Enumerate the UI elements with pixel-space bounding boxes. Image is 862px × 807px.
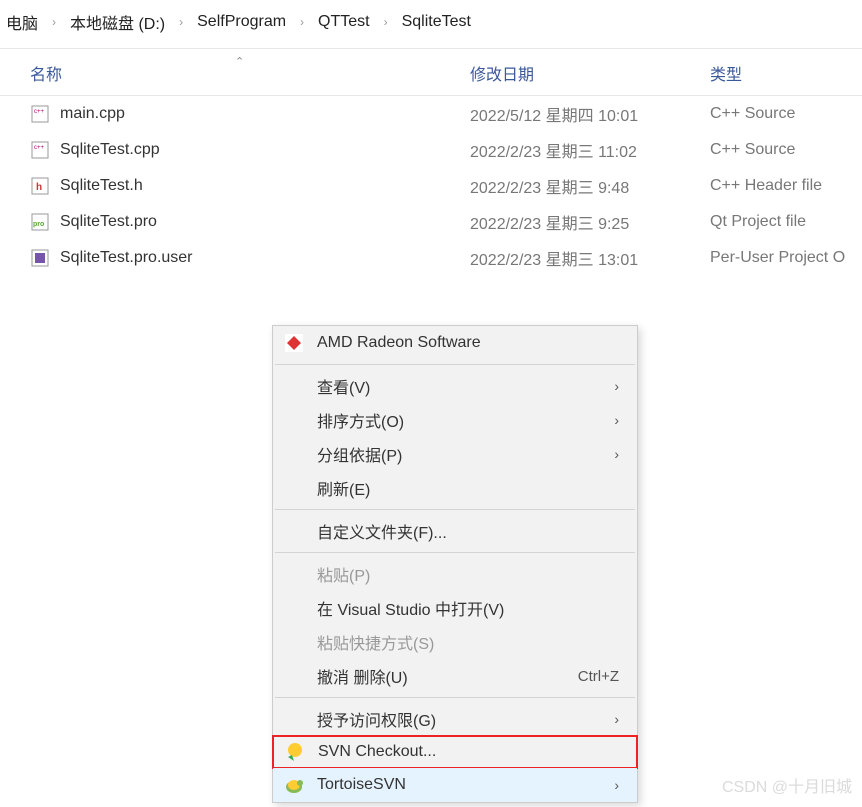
menu-label: 自定义文件夹(F)... bbox=[317, 519, 619, 543]
menu-item-customize[interactable]: 自定义文件夹(F)... bbox=[273, 514, 637, 548]
watermark: CSDN @十月旧城 bbox=[722, 773, 852, 797]
breadcrumb-item[interactable]: SqliteTest bbox=[396, 11, 477, 33]
menu-item-tortoisesvn[interactable]: TortoiseSVN › bbox=[273, 768, 637, 802]
column-header-type[interactable]: 类型 bbox=[710, 53, 862, 95]
menu-label: 在 Visual Studio 中打开(V) bbox=[317, 596, 619, 620]
chevron-right-icon: › bbox=[614, 711, 619, 727]
svg-text:h: h bbox=[36, 182, 42, 193]
file-name: SqliteTest.pro.user bbox=[60, 249, 470, 267]
svg-text:c++: c++ bbox=[34, 145, 45, 151]
menu-label: 分组依据(P) bbox=[317, 442, 614, 466]
file-type: C++ Source bbox=[710, 105, 862, 123]
file-list: ⌃ 名称 修改日期 类型 c++ main.cpp 2022/5/12 星期四 … bbox=[0, 49, 862, 276]
breadcrumb[interactable]: 电脑 › 本地磁盘 (D:) › SelfProgram › QTTest › … bbox=[0, 0, 862, 49]
breadcrumb-item[interactable]: SelfProgram bbox=[191, 11, 292, 33]
menu-item-open-vs[interactable]: 在 Visual Studio 中打开(V) bbox=[273, 591, 637, 625]
menu-shortcut: Ctrl+Z bbox=[578, 668, 619, 685]
amd-icon bbox=[283, 332, 305, 354]
menu-separator bbox=[275, 697, 635, 698]
file-name: SqliteTest.h bbox=[60, 177, 470, 195]
svn-checkout-icon bbox=[284, 741, 306, 763]
file-type: C++ Source bbox=[710, 141, 862, 159]
svg-text:c++: c++ bbox=[34, 109, 45, 115]
file-date: 2022/2/23 星期三 9:48 bbox=[470, 174, 710, 198]
file-date: 2022/2/23 星期三 13:01 bbox=[470, 246, 710, 270]
menu-item-view[interactable]: 查看(V) › bbox=[273, 369, 637, 403]
menu-item-sort[interactable]: 排序方式(O) › bbox=[273, 403, 637, 437]
user-file-icon bbox=[30, 248, 50, 268]
menu-label: SVN Checkout... bbox=[318, 743, 618, 761]
sort-indicator-icon: ⌃ bbox=[235, 55, 244, 68]
file-name: SqliteTest.cpp bbox=[60, 141, 470, 159]
chevron-right-icon: › bbox=[175, 15, 187, 29]
file-date: 2022/2/23 星期三 11:02 bbox=[470, 138, 710, 162]
breadcrumb-item[interactable]: 本地磁盘 (D:) bbox=[64, 8, 171, 36]
menu-item-amd[interactable]: AMD Radeon Software bbox=[273, 326, 637, 360]
cpp-file-icon: c++ bbox=[30, 140, 50, 160]
menu-item-svn-checkout[interactable]: SVN Checkout... bbox=[272, 735, 638, 769]
menu-separator bbox=[275, 552, 635, 553]
menu-item-refresh[interactable]: 刷新(E) bbox=[273, 471, 637, 505]
file-row[interactable]: c++ SqliteTest.cpp 2022/2/23 星期三 11:02 C… bbox=[0, 132, 862, 168]
menu-label: 查看(V) bbox=[317, 374, 614, 398]
file-row[interactable]: SqliteTest.pro.user 2022/2/23 星期三 13:01 … bbox=[0, 240, 862, 276]
menu-label: 撤消 删除(U) bbox=[317, 664, 578, 688]
tortoise-icon bbox=[283, 774, 305, 796]
column-headers: ⌃ 名称 修改日期 类型 bbox=[0, 53, 862, 96]
menu-label: 粘贴快捷方式(S) bbox=[317, 630, 619, 654]
chevron-right-icon: › bbox=[296, 15, 308, 29]
chevron-right-icon: › bbox=[614, 412, 619, 428]
menu-label: AMD Radeon Software bbox=[317, 334, 619, 352]
menu-separator bbox=[275, 509, 635, 510]
chevron-right-icon: › bbox=[614, 777, 619, 793]
menu-separator bbox=[275, 364, 635, 365]
file-row[interactable]: c++ main.cpp 2022/5/12 星期四 10:01 C++ Sou… bbox=[0, 96, 862, 132]
menu-item-undo-delete[interactable]: 撤消 删除(U) Ctrl+Z bbox=[273, 659, 637, 693]
menu-label: TortoiseSVN bbox=[317, 776, 614, 794]
file-name: main.cpp bbox=[60, 105, 470, 123]
cpp-file-icon: c++ bbox=[30, 104, 50, 124]
file-row[interactable]: h SqliteTest.h 2022/2/23 星期三 9:48 C++ He… bbox=[0, 168, 862, 204]
menu-label: 刷新(E) bbox=[317, 476, 619, 500]
menu-label: 排序方式(O) bbox=[317, 408, 614, 432]
breadcrumb-item[interactable]: QTTest bbox=[312, 11, 376, 33]
chevron-right-icon: › bbox=[614, 446, 619, 462]
file-type: C++ Header file bbox=[710, 177, 862, 195]
menu-item-group[interactable]: 分组依据(P) › bbox=[273, 437, 637, 471]
menu-label: 粘贴(P) bbox=[317, 562, 619, 586]
context-menu: AMD Radeon Software 查看(V) › 排序方式(O) › 分组… bbox=[272, 325, 638, 803]
column-header-date[interactable]: 修改日期 bbox=[470, 53, 710, 95]
chevron-right-icon: › bbox=[48, 15, 60, 29]
chevron-right-icon: › bbox=[614, 378, 619, 394]
file-type: Per-User Project O bbox=[710, 249, 862, 267]
svg-text:pro: pro bbox=[33, 221, 44, 228]
menu-item-paste: 粘贴(P) bbox=[273, 557, 637, 591]
pro-file-icon: pro bbox=[30, 212, 50, 232]
file-type: Qt Project file bbox=[710, 213, 862, 231]
file-date: 2022/2/23 星期三 9:25 bbox=[470, 210, 710, 234]
file-date: 2022/5/12 星期四 10:01 bbox=[470, 102, 710, 126]
file-name: SqliteTest.pro bbox=[60, 213, 470, 231]
h-file-icon: h bbox=[30, 176, 50, 196]
menu-label: 授予访问权限(G) bbox=[317, 707, 614, 731]
chevron-right-icon: › bbox=[380, 15, 392, 29]
breadcrumb-item[interactable]: 电脑 bbox=[0, 8, 44, 36]
file-row[interactable]: pro SqliteTest.pro 2022/2/23 星期三 9:25 Qt… bbox=[0, 204, 862, 240]
menu-item-paste-shortcut: 粘贴快捷方式(S) bbox=[273, 625, 637, 659]
menu-item-grant-access[interactable]: 授予访问权限(G) › bbox=[273, 702, 637, 736]
